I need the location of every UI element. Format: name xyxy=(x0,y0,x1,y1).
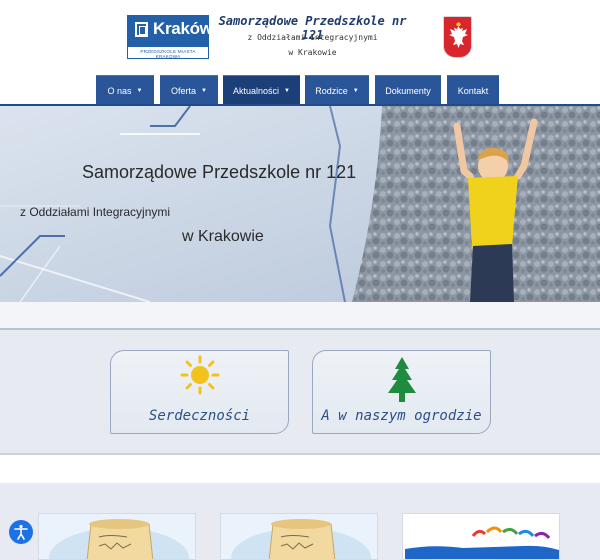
announcement-scroll-image xyxy=(221,514,377,559)
nav-label: Rodzice xyxy=(315,85,348,96)
feature-card-ogrod[interactable]: A w naszym ogrodzie xyxy=(312,350,491,434)
site-subtitle-line2: w Krakowie xyxy=(288,48,337,57)
hero-location: w Krakowie xyxy=(182,228,264,245)
section-spacer xyxy=(0,455,600,483)
announcement-scroll-image xyxy=(39,514,195,559)
nav-item-rodzice[interactable]: Rodzice ▼ xyxy=(305,75,369,105)
colorful-logo-image xyxy=(403,514,559,559)
krakow-logo[interactable]: Kraków PRZEDSZKOLE MIASTA KRAKOWA xyxy=(127,15,213,59)
logo-title: Kraków xyxy=(153,19,213,38)
nav-item-dokumenty[interactable]: Dokumenty xyxy=(375,75,441,105)
nav-label: O nas xyxy=(107,85,132,96)
feature-card-label: Serdeczności xyxy=(148,408,251,424)
site-header: Kraków PRZEDSZKOLE MIASTA KRAKOWA Samorz… xyxy=(0,0,600,75)
features-section xyxy=(0,330,600,455)
nav-label: Aktualności xyxy=(233,85,280,96)
hero-banner: Samorządowe Przedszkole nr 121 z Oddział… xyxy=(0,106,600,302)
polish-eagle-emblem-icon xyxy=(443,16,472,58)
nav-label: Dokumenty xyxy=(385,85,431,96)
logo-strip: PRZEDSZKOLE MIASTA KRAKOWA xyxy=(127,46,209,59)
nav-label: Kontakt xyxy=(457,85,489,96)
krakow-logo-mark-icon xyxy=(135,22,148,37)
site-subtitle-line1: z Oddziałami Integracyjnymi xyxy=(247,33,378,42)
caret-down-icon: ▼ xyxy=(352,87,359,94)
feature-card-label: A w naszym ogrodzie xyxy=(321,408,482,424)
nav-label: Oferta xyxy=(171,85,197,96)
nav-item-kontakt[interactable]: Kontakt xyxy=(447,75,499,105)
news-card[interactable] xyxy=(220,513,378,560)
sun-icon xyxy=(180,355,219,395)
caret-down-icon: ▼ xyxy=(136,87,143,94)
nav-item-aktualnosci[interactable]: Aktualności ▼ xyxy=(223,75,300,105)
news-card[interactable] xyxy=(402,513,560,560)
caret-down-icon: ▼ xyxy=(284,87,290,94)
nav-item-oferta[interactable]: Oferta ▼ xyxy=(160,75,218,105)
hero-title: Samorządowe Przedszkole nr 121 xyxy=(82,162,357,182)
main-navigation xyxy=(0,75,600,105)
accessibility-icon xyxy=(14,524,28,540)
hero-subtitle: z Oddziałami Integracyjnymi xyxy=(20,205,171,219)
feature-card-serdecznosci[interactable]: Serdeczności xyxy=(110,350,289,434)
accessibility-button[interactable] xyxy=(9,520,33,544)
nav-item-o-nas[interactable]: O nas ▼ xyxy=(96,75,154,105)
logo-subtitle: PRZEDSZKOLE MIASTA KRAKOWA xyxy=(140,49,196,59)
caret-down-icon: ▼ xyxy=(201,87,207,94)
child-photo-image xyxy=(352,106,600,302)
news-card[interactable] xyxy=(38,513,196,560)
section-spacer xyxy=(0,302,600,330)
tree-icon xyxy=(387,357,416,402)
